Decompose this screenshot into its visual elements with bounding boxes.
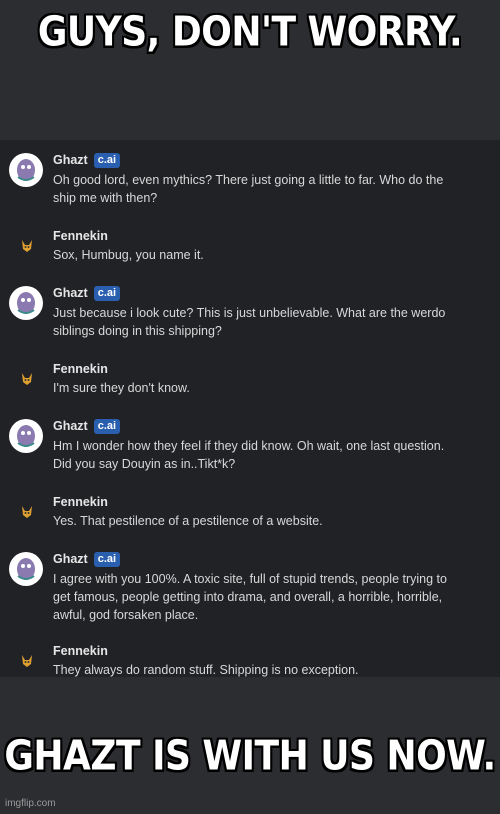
message-line: Just because i look cute? This is just u… (53, 306, 446, 320)
message-text: Just because i look cute? This is just u… (53, 304, 483, 340)
message-author[interactable]: Ghazt c.ai (53, 153, 121, 168)
chat-screenshot: Ghazt c.ai Oh good lord, even mythics? Th… (0, 140, 500, 677)
fennekin-avatar-icon[interactable] (19, 504, 35, 520)
message-author[interactable]: Ghazt c.ai (53, 419, 121, 434)
message-line: Yes. That pestilence of a pestilence of … (53, 514, 323, 528)
message-text: Oh good lord, even mythics? There just g… (53, 171, 483, 207)
message-line: Sox, Humbug, you name it. (53, 248, 204, 262)
imgflip-watermark: imgflip.com (5, 798, 56, 809)
message-author[interactable]: Ghazt c.ai (53, 552, 121, 567)
author-name: Ghazt (53, 286, 88, 300)
message-text: I'm sure they don't know. (53, 379, 483, 397)
fennekin-avatar-icon[interactable] (19, 653, 35, 669)
message-author[interactable]: Fennekin (53, 644, 108, 658)
message-line: Oh good lord, even mythics? There just g… (53, 173, 444, 187)
ghazt-avatar-icon[interactable] (9, 286, 43, 320)
message-author[interactable]: Ghazt c.ai (53, 286, 121, 301)
ghazt-avatar-icon[interactable] (9, 153, 43, 187)
cai-badge: c.ai (93, 153, 121, 168)
ghazt-avatar-icon[interactable] (9, 419, 43, 453)
fennekin-avatar-icon[interactable] (19, 371, 35, 387)
author-name: Ghazt (53, 419, 88, 433)
message-text: They always do random stuff. Shipping is… (53, 661, 483, 677)
message-text: Yes. That pestilence of a pestilence of … (53, 512, 483, 530)
message-author[interactable]: Fennekin (53, 495, 108, 509)
cai-badge: c.ai (93, 286, 121, 301)
message-text: Sox, Humbug, you name it. (53, 246, 483, 264)
bottom-caption: GHAZT IS WITH US NOW. (4, 732, 496, 781)
message-line: get famous, people getting into drama, a… (53, 590, 443, 604)
cai-badge: c.ai (93, 552, 121, 567)
message-author[interactable]: Fennekin (53, 229, 108, 243)
message-line: ship me with then? (53, 191, 158, 205)
author-name: Ghazt (53, 153, 88, 167)
message-line: Hm I wonder how they feel if they did kn… (53, 439, 445, 453)
cai-badge: c.ai (93, 419, 121, 434)
author-name: Ghazt (53, 552, 88, 566)
message-line: Did you say Douyin as in..Tikt*k? (53, 457, 236, 471)
fennekin-avatar-icon[interactable] (19, 238, 35, 254)
ghazt-avatar-icon[interactable] (9, 552, 43, 586)
message-text: I agree with you 100%. A toxic site, ful… (53, 570, 483, 624)
message-line: They always do random stuff. Shipping is… (53, 663, 359, 677)
message-author[interactable]: Fennekin (53, 362, 108, 376)
message-line: I'm sure they don't know. (53, 381, 190, 395)
message-line: siblings doing in this shipping? (53, 324, 222, 338)
top-caption: GUYS, DON'T WORRY. (37, 8, 463, 57)
message-line: I agree with you 100%. A toxic site, ful… (53, 572, 447, 586)
message-text: Hm I wonder how they feel if they did kn… (53, 437, 483, 473)
message-line: awful, god forsaken place. (53, 608, 199, 622)
